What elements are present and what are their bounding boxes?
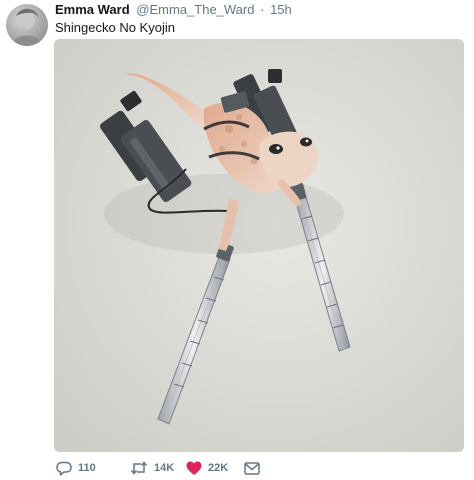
heart-icon	[186, 461, 202, 476]
avatar[interactable]	[6, 4, 48, 46]
separator: ·	[260, 2, 265, 17]
tweet-header: Emma Ward @Emma_The_Ward · 15h	[55, 0, 292, 20]
tweet-actions: 110 14K 22K	[56, 458, 260, 478]
tweet-photo[interactable]	[54, 39, 464, 452]
retweet-button[interactable]: 14K	[130, 461, 186, 475]
retweet-count: 14K	[154, 462, 175, 474]
envelope-icon	[244, 461, 260, 475]
timestamp[interactable]: 15h	[270, 2, 292, 17]
reply-count: 110	[78, 462, 96, 474]
like-button[interactable]: 22K	[186, 461, 244, 476]
tweet-card: Emma Ward @Emma_The_Ward · 15h Shingecko…	[0, 0, 474, 480]
retweet-icon	[130, 461, 148, 475]
author-name[interactable]: Emma Ward	[55, 2, 130, 17]
like-count: 22K	[208, 462, 229, 474]
author-handle[interactable]: @Emma_The_Ward	[136, 2, 254, 17]
direct-message-button[interactable]	[244, 461, 260, 475]
tweet-text: Shingecko No Kyojin	[55, 20, 175, 35]
reply-icon	[56, 461, 72, 476]
reply-button[interactable]: 110	[56, 461, 130, 476]
